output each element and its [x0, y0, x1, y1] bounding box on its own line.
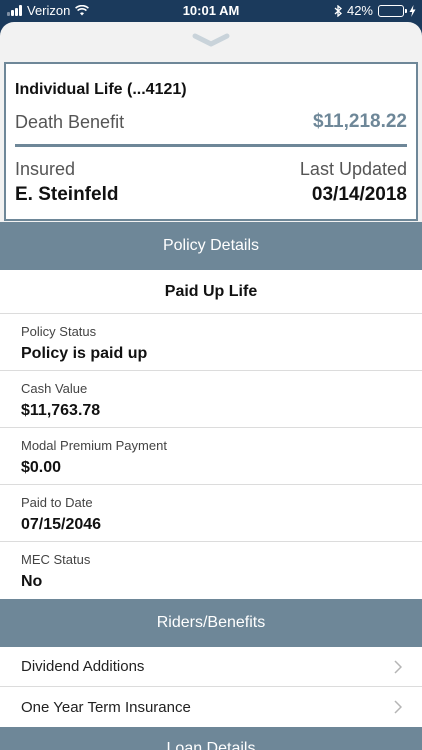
death-benefit-label: Death Benefit: [15, 112, 125, 132]
policy-summary-card: Individual Life (...4121) Death Benefit …: [4, 62, 418, 221]
field-cash-value: Cash Value $11,763.78: [0, 371, 422, 428]
rider-label: One Year Term Insurance: [21, 698, 191, 716]
field-label: MEC Status: [21, 552, 91, 567]
death-benefit-value: $11,218.22: [312, 111, 407, 132]
field-label: Modal Premium Payment: [21, 438, 167, 453]
rider-dividend-additions[interactable]: Dividend Additions: [0, 647, 422, 687]
policy-details-header: Policy Details: [0, 222, 422, 270]
field-paid-to-date: Paid to Date 07/15/2046: [0, 485, 422, 542]
field-label: Paid to Date: [21, 495, 93, 510]
status-right: 42%: [334, 3, 416, 18]
chevron-right-icon: [394, 660, 402, 674]
last-updated-label: Last Updated: [299, 159, 407, 179]
rider-label: Dividend Additions: [21, 658, 145, 675]
battery-percent: 42%: [346, 3, 373, 18]
field-label: Policy Status: [21, 324, 97, 339]
field-mec-status: MEC Status No: [0, 542, 422, 599]
chevron-right-icon: [394, 700, 402, 714]
divider: [15, 144, 407, 147]
policy-details-list: Paid Up Life Policy Status Policy is pai…: [0, 270, 422, 599]
last-updated-value: 03/14/2018: [311, 184, 407, 205]
field-value: $0.00: [21, 459, 62, 476]
policy-sheet: Individual Life (...4121) Death Benefit …: [0, 22, 422, 750]
loan-details-header: Loan Details: [0, 727, 422, 750]
insured-value: E. Steinfeld: [15, 184, 119, 205]
rider-one-year-term[interactable]: One Year Term Insurance: [0, 687, 422, 727]
field-label: Cash Value: [21, 381, 88, 396]
riders-benefits-header: Riders/Benefits: [0, 599, 422, 647]
field-value: 07/15/2046: [21, 516, 102, 533]
field-modal-premium: Modal Premium Payment $0.00: [0, 428, 422, 485]
field-policy-status: Policy Status Policy is paid up: [0, 314, 422, 371]
plan-type: Paid Up Life: [0, 270, 422, 314]
bluetooth-icon: [334, 4, 342, 17]
insured-label: Insured: [15, 159, 76, 179]
charging-bolt-icon: [409, 4, 416, 17]
battery-icon: [378, 4, 407, 17]
field-value: Policy is paid up: [21, 345, 148, 362]
plan-name: Individual Life (...4121): [15, 81, 187, 98]
field-value: No: [21, 573, 43, 590]
field-value: $11,763.78: [21, 402, 101, 419]
status-bar: Verizon 10:01 AM 42%: [0, 0, 422, 22]
chevron-down-icon[interactable]: [191, 32, 231, 48]
riders-list: Dividend Additions One Year Term Insuran…: [0, 647, 422, 727]
